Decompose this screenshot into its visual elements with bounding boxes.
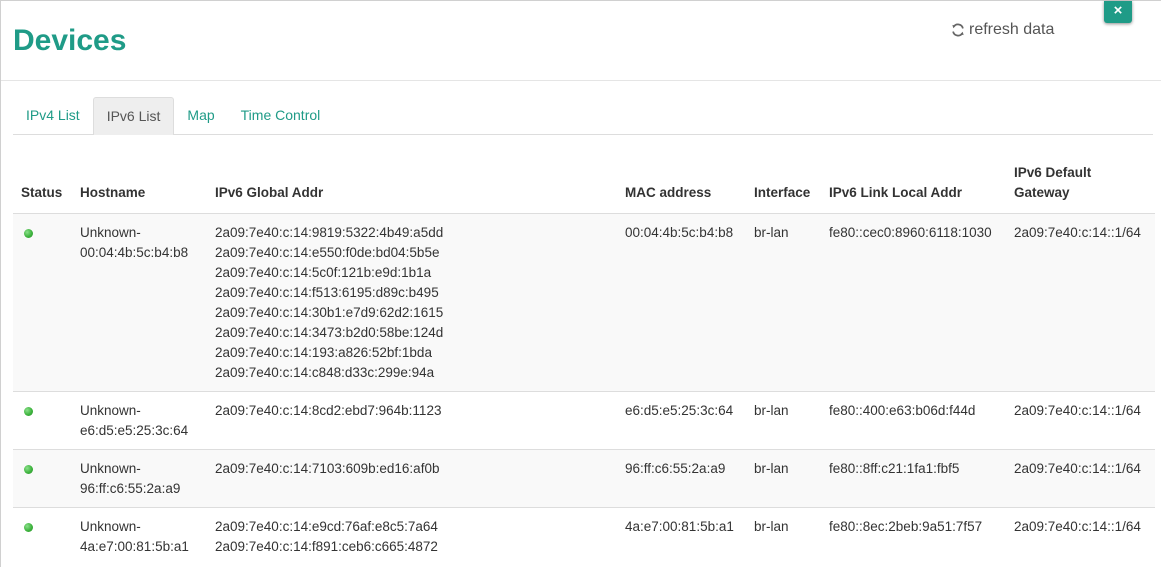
mac-address-cell: 96:ff:c6:55:2a:a9 bbox=[617, 449, 746, 508]
ipv6-global-cell: 2a09:7e40:c:14:7103:609b:ed16:af0b bbox=[207, 449, 617, 508]
interface-cell: br-lan bbox=[754, 519, 789, 534]
ipv6-global-addr: 2a09:7e40:c:14:193:a826:52bf:1bda bbox=[215, 345, 432, 360]
gateway-cell: 2a09:7e40:c:14::1/64 bbox=[1006, 213, 1155, 392]
hostname-line: Unknown- 00:04:4b:5c:b4:b8 bbox=[80, 225, 189, 260]
refresh-data-link[interactable]: refresh data bbox=[951, 20, 1054, 40]
column-header-ipv6-global-addr: IPv6 Global Addr bbox=[207, 159, 617, 214]
devices-modal: Devices refresh data × IPv4 List IPv6 Li… bbox=[0, 0, 1161, 567]
table-row: Unknown- 4a:e7:00:81:5b:a1 2a09:7e40:c:1… bbox=[13, 508, 1155, 566]
hostname-cell: Unknown- 4a:e7:00:81:5b:a1 bbox=[72, 508, 207, 566]
devices-table: Status Hostname IPv6 Global Addr MAC add… bbox=[13, 159, 1155, 565]
link-local-cell: fe80::8ff:c21:1fa1:fbf5 bbox=[821, 449, 1006, 508]
gateway-cell: 2a09:7e40:c:14::1/64 bbox=[1006, 391, 1155, 450]
hostname-line: Unknown- 4a:e7:00:81:5b:a1 bbox=[80, 519, 189, 554]
hostname-cell: Unknown- 96:ff:c6:55:2a:a9 bbox=[72, 449, 207, 508]
column-header-status: Status bbox=[13, 159, 72, 214]
interface-cell: br-lan bbox=[746, 391, 821, 450]
status-cell bbox=[13, 508, 72, 566]
devices-table-container: Status Hostname IPv6 Global Addr MAC add… bbox=[13, 159, 1155, 565]
ipv6-global-cell: 2a09:7e40:c:14:8cd2:ebd7:964b:1123 bbox=[207, 391, 617, 450]
view-tabs: IPv4 List IPv6 List Map Time Control bbox=[13, 97, 1153, 135]
status-cell bbox=[13, 213, 72, 392]
table-row: Unknown- 96:ff:c6:55:2a:a9 2a09:7e40:c:1… bbox=[13, 449, 1155, 508]
ipv6-global-addr: 2a09:7e40:c:14:7103:609b:ed16:af0b bbox=[215, 461, 440, 476]
link-local-cell: fe80::400:e63:b06d:f44d bbox=[821, 391, 1006, 450]
column-header-interface: Interface bbox=[746, 159, 821, 214]
tab-ipv6-list[interactable]: IPv6 List bbox=[92, 97, 175, 135]
link-local-cell: fe80::cec0:8960:6118:1030 bbox=[821, 213, 1006, 392]
ipv6-global-addr: 2a09:7e40:c:14:9819:5322:4b49:a5dd bbox=[215, 225, 444, 240]
gateway-cell: 2a09:7e40:c:14::1/64 bbox=[1006, 449, 1155, 508]
ipv6-global-addr: 2a09:7e40:c:14:f513:6195:d89c:b495 bbox=[215, 285, 439, 300]
page-title: Devices bbox=[13, 24, 127, 57]
close-icon: × bbox=[1113, 2, 1123, 19]
hostname-line: Unknown- e6:d5:e5:25:3c:64 bbox=[80, 403, 189, 438]
refresh-label: refresh data bbox=[969, 21, 1055, 38]
status-dot-icon bbox=[24, 523, 33, 532]
column-header-hostname: Hostname bbox=[72, 159, 207, 214]
link-local-cell: fe80::8ec:2beb:9a51:7f57 bbox=[829, 519, 983, 534]
table-row: Unknown- e6:d5:e5:25:3c:64 2a09:7e40:c:1… bbox=[13, 391, 1155, 450]
tab-time-control[interactable]: Time Control bbox=[228, 97, 334, 134]
ipv6-global-addr: 2a09:7e40:c:14:f891:ceb6:c665:4872 bbox=[215, 539, 438, 554]
mac-address-cell: e6:d5:e5:25:3c:64 bbox=[617, 391, 746, 450]
interface-cell: br-lan bbox=[746, 449, 821, 508]
modal-header: Devices refresh data × bbox=[1, 1, 1161, 81]
ipv6-global-addr: 2a09:7e40:c:14:c848:d33c:299e:94a bbox=[215, 365, 435, 380]
refresh-icon bbox=[951, 23, 965, 37]
ipv6-global-addr: 2a09:7e40:c:14:5c0f:121b:e9d:1b1a bbox=[215, 265, 432, 280]
column-header-mac-address: MAC address bbox=[617, 159, 746, 214]
ipv6-global-addr: 2a09:7e40:c:14:8cd2:ebd7:964b:1123 bbox=[215, 403, 442, 418]
close-button[interactable]: × bbox=[1104, 1, 1132, 23]
column-header-ipv6-link-local: IPv6 Link Local Addr bbox=[821, 159, 1006, 214]
ipv6-global-addr: 2a09:7e40:c:14:e9cd:76af:e8c5:7a64 bbox=[215, 519, 438, 534]
hostname-cell: Unknown- 00:04:4b:5c:b4:b8 bbox=[72, 213, 207, 392]
tab-map[interactable]: Map bbox=[174, 97, 227, 134]
hostname-cell: Unknown- e6:d5:e5:25:3c:64 bbox=[72, 391, 207, 450]
status-cell bbox=[13, 391, 72, 450]
ipv6-global-addr: 2a09:7e40:c:14:30b1:e7d9:62d2:1615 bbox=[215, 305, 444, 320]
status-dot-icon bbox=[24, 407, 33, 416]
ipv6-global-addr: 2a09:7e40:c:14:e550:f0de:bd04:5b5e bbox=[215, 245, 440, 260]
tab-ipv4-list[interactable]: IPv4 List bbox=[13, 97, 93, 134]
status-dot-icon bbox=[24, 465, 33, 474]
column-header-ipv6-default-gateway: IPv6 Default Gateway bbox=[1006, 159, 1155, 214]
table-row: Unknown- 00:04:4b:5c:b4:b8 2a09:7e40:c:1… bbox=[13, 213, 1155, 392]
ipv6-global-addr: 2a09:7e40:c:14:3473:b2d0:58be:124d bbox=[215, 325, 444, 340]
mac-address-cell: 00:04:4b:5c:b4:b8 bbox=[617, 213, 746, 392]
gateway-cell: 2a09:7e40:c:14::1/64 bbox=[1014, 519, 1141, 534]
mac-address-cell: 4a:e7:00:81:5b:a1 bbox=[625, 519, 734, 534]
interface-cell: br-lan bbox=[746, 213, 821, 392]
ipv6-global-cell: 2a09:7e40:c:14:e9cd:76af:e8c5:7a64 2a09:… bbox=[207, 508, 617, 566]
hostname-line: Unknown- 96:ff:c6:55:2a:a9 bbox=[80, 461, 181, 496]
devices-table-body: Unknown- 00:04:4b:5c:b4:b8 2a09:7e40:c:1… bbox=[13, 213, 1155, 566]
status-dot-icon bbox=[24, 229, 33, 238]
table-header-row: Status Hostname IPv6 Global Addr MAC add… bbox=[13, 159, 1155, 214]
ipv6-global-cell: 2a09:7e40:c:14:9819:5322:4b49:a5dd 2a09:… bbox=[207, 213, 617, 392]
status-cell bbox=[13, 449, 72, 508]
